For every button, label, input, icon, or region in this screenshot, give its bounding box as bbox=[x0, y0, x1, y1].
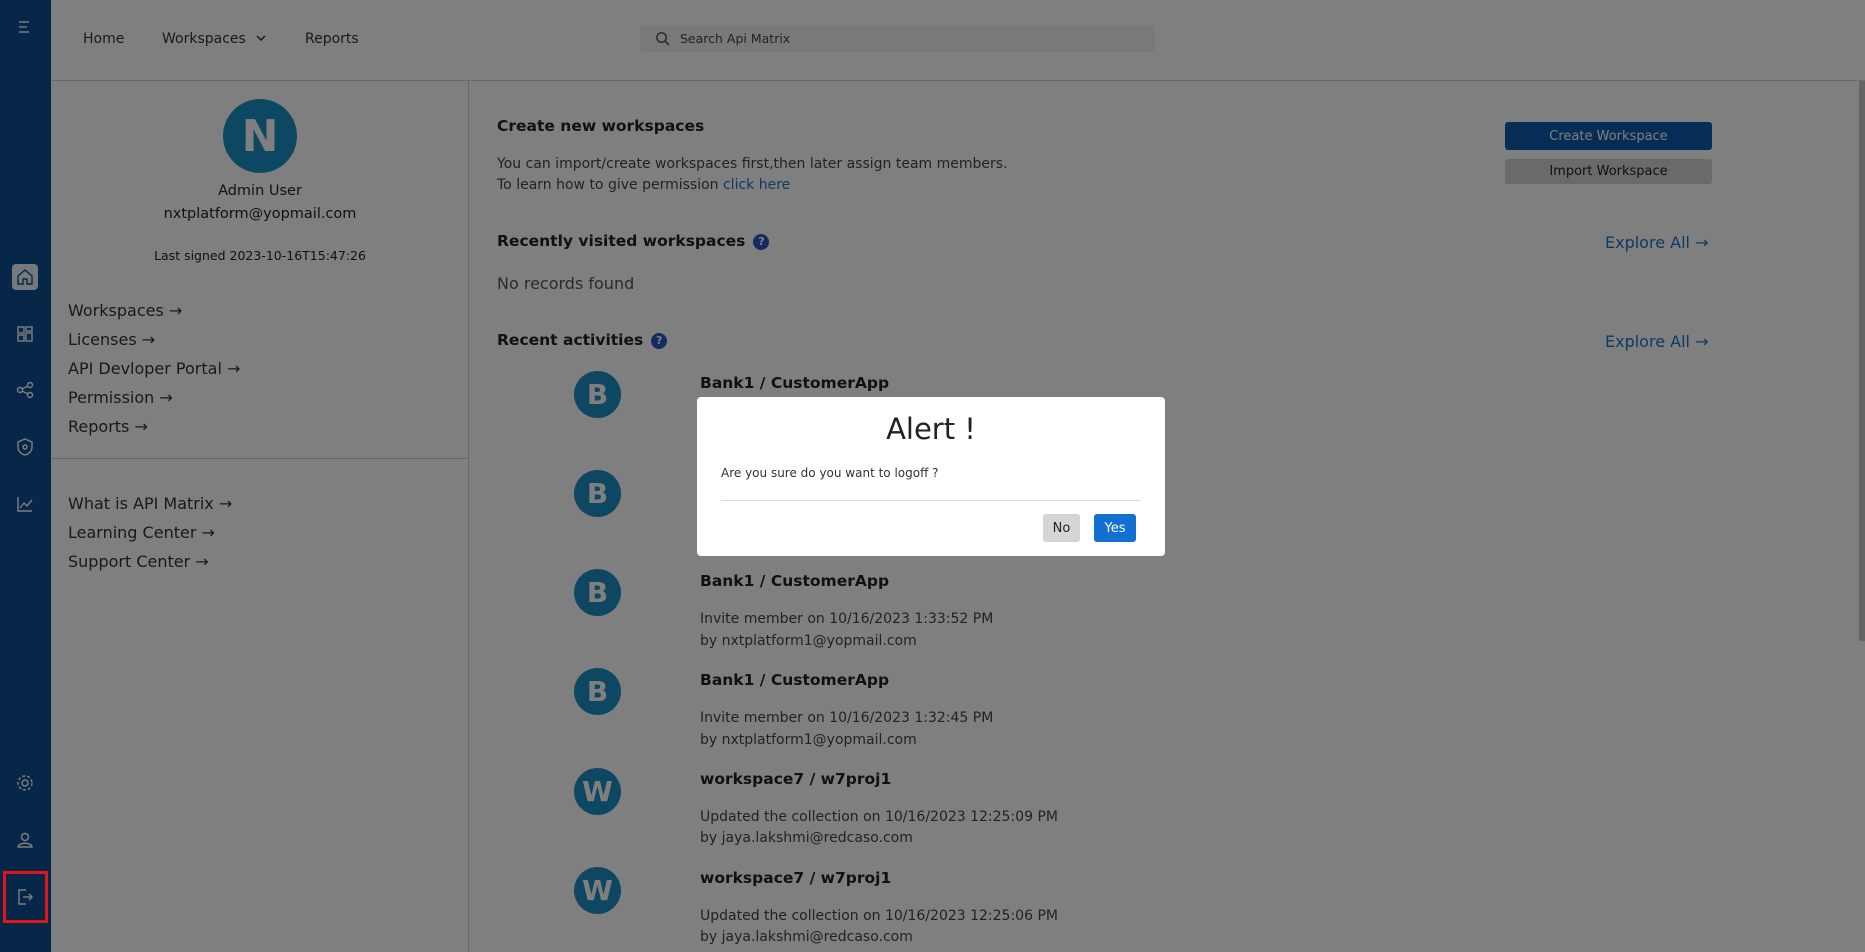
no-button[interactable]: No bbox=[1043, 514, 1080, 542]
alert-divider bbox=[721, 500, 1141, 501]
alert-title: Alert ! bbox=[886, 412, 976, 446]
alert-message: Are you sure do you want to logoff ? bbox=[721, 466, 939, 480]
logout-highlight bbox=[3, 871, 48, 923]
alert-dialog: Alert ! Are you sure do you want to logo… bbox=[697, 397, 1165, 556]
yes-button[interactable]: Yes bbox=[1094, 514, 1136, 542]
